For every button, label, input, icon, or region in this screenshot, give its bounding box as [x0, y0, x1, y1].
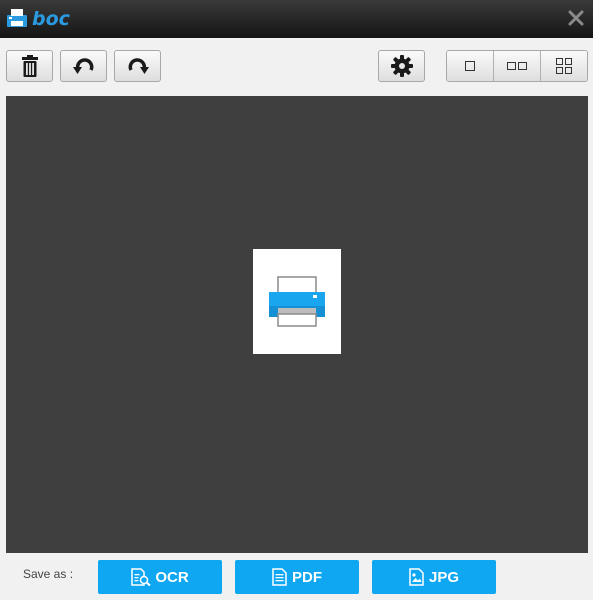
- single-view-icon: [465, 61, 475, 71]
- save-ocr-label: OCR: [155, 568, 189, 586]
- settings-button[interactable]: [378, 50, 425, 82]
- rotate-right-button[interactable]: [114, 50, 161, 82]
- save-bar: Save as : OCR PDF JPG: [0, 553, 593, 600]
- grid-view-icon: [556, 58, 572, 74]
- grid-view-button[interactable]: [541, 51, 587, 81]
- save-ocr-button[interactable]: OCR: [98, 560, 222, 594]
- printer-icon: [269, 275, 325, 327]
- close-icon[interactable]: [567, 9, 585, 27]
- ocr-doc-icon: [131, 568, 151, 586]
- page-thumbnail[interactable]: [253, 249, 341, 354]
- double-view-button[interactable]: [494, 51, 541, 81]
- delete-button[interactable]: [6, 50, 53, 82]
- view-mode-group: [446, 50, 588, 82]
- app-logo-icon: [7, 9, 27, 27]
- save-jpg-button[interactable]: JPG: [372, 560, 496, 594]
- jpg-doc-icon: [409, 568, 424, 586]
- title-bar: boc: [0, 0, 593, 38]
- single-view-button[interactable]: [447, 51, 494, 81]
- save-jpg-label: JPG: [428, 568, 459, 586]
- rotate-left-button[interactable]: [60, 50, 107, 82]
- save-pdf-button[interactable]: PDF: [235, 560, 359, 594]
- trash-icon: [21, 55, 38, 77]
- rotate-right-icon: [128, 58, 149, 74]
- gear-icon: [390, 55, 413, 77]
- double-view-icon: [507, 62, 527, 70]
- rotate-left-icon: [72, 58, 93, 74]
- scan-preview-area[interactable]: [6, 96, 588, 553]
- pdf-doc-icon: [272, 568, 287, 586]
- save-as-label: Save as :: [23, 567, 74, 581]
- app-title: boc: [32, 8, 70, 30]
- save-pdf-label: PDF: [292, 568, 322, 586]
